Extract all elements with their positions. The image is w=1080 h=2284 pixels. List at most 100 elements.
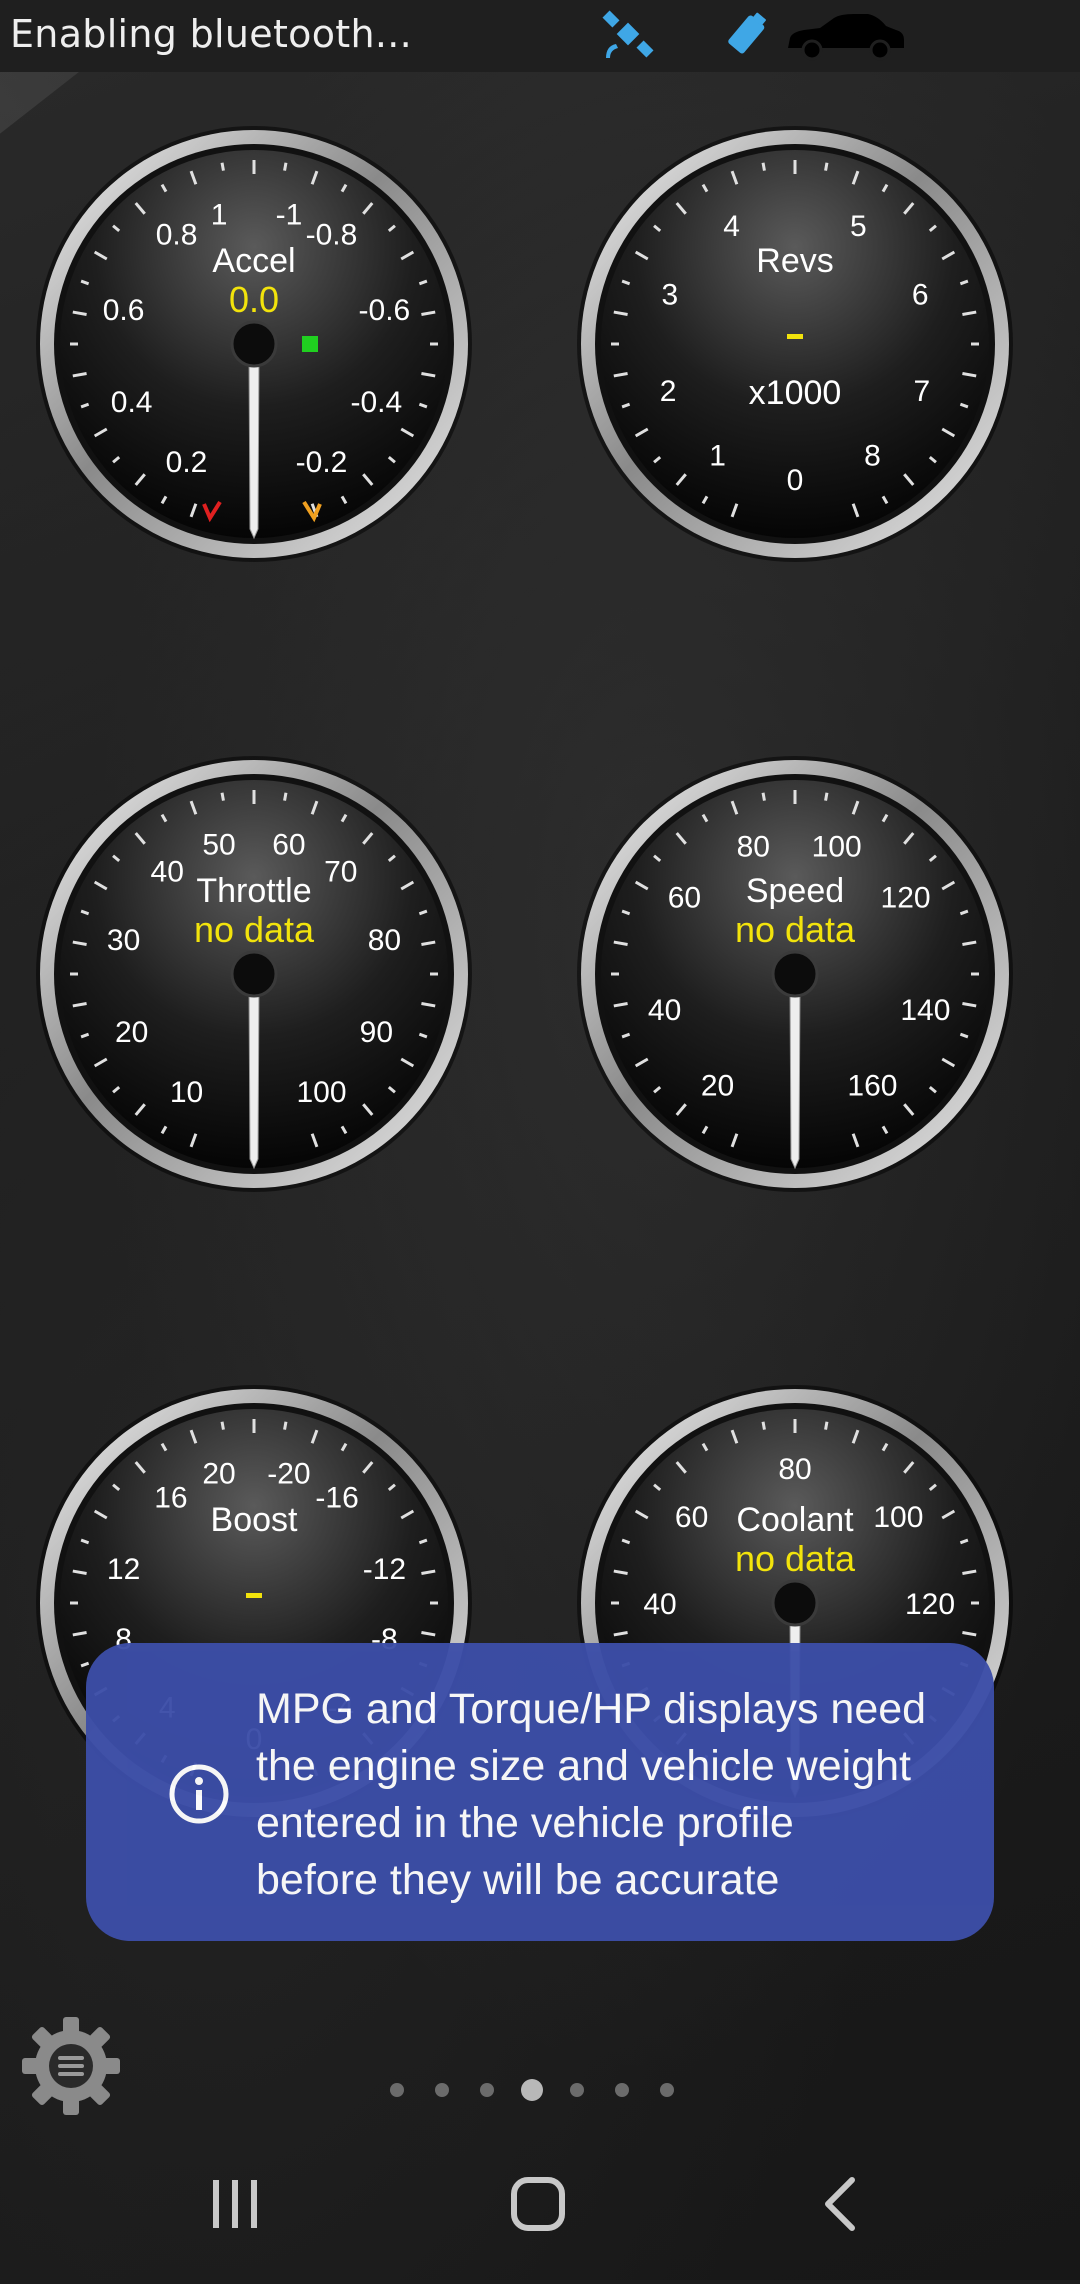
gauge-tick-label: 5 (850, 210, 867, 243)
gauge-tick-label: 0.8 (156, 218, 198, 251)
gauge-tick-label: 7 (914, 375, 931, 408)
gauge-tick-label: -16 (315, 1482, 358, 1515)
recent-apps-icon (213, 2180, 257, 2228)
gauge-tick-label: 80 (737, 831, 770, 864)
page-dot[interactable] (570, 2083, 584, 2097)
car-icon (782, 8, 910, 64)
gauge-throttle[interactable]: 10 20 30 40 50 60 70 80 90 100 Throttle no data (34, 754, 474, 1194)
gauge-tick-label: 100 (296, 1076, 346, 1109)
gauge-tick-label: 90 (360, 1016, 393, 1049)
gauge-tick-label: -1 (276, 199, 303, 232)
gauge-value: no data (735, 1538, 856, 1579)
gauge-needle (248, 983, 260, 1170)
gauge-tick-mark (824, 162, 829, 171)
status-text: Enabling bluetooth... (10, 12, 412, 56)
recent-apps-button[interactable] (145, 2130, 325, 2280)
gauge-tick-label: -0.8 (306, 218, 358, 251)
gauge-tick-label: 3 (661, 278, 678, 311)
gauge-tick-label: 40 (151, 856, 184, 889)
gauge-tick-label: 16 (154, 1482, 187, 1515)
gauge-tick-label: 0.2 (166, 446, 208, 479)
gauge-accel[interactable]: 1 0.8 0.6 0.4 0.2 -1 -0.8 -0.6 -0.4 -0.2 Accel 0.0 (34, 124, 474, 564)
gear-icon (22, 2017, 120, 2115)
gauge-name: Boost (211, 1501, 298, 1539)
back-icon (825, 2177, 855, 2231)
gauge-tick-label: 30 (107, 924, 140, 957)
gauge-tick-label: 10 (170, 1076, 203, 1109)
info-toast: MPG and Torque/HP displays need the engi… (86, 1643, 994, 1941)
gauge-hub (771, 950, 819, 998)
gauge-tick-label: 0.6 (103, 294, 145, 327)
page-dot[interactable] (521, 2079, 543, 2101)
gauge-revs[interactable]: 0 1 2 3 4 5 6 7 8 Revs x1000 (575, 124, 1015, 564)
home-button[interactable] (448, 2130, 628, 2280)
status-bar: Enabling bluetooth... (0, 0, 1080, 72)
back-button[interactable] (750, 2130, 930, 2280)
gauge-value: no data (735, 909, 856, 950)
gauge-tick-label: 20 (202, 1458, 235, 1491)
gauge-tick-label: 60 (675, 1501, 708, 1534)
page-dot[interactable] (480, 2083, 494, 2097)
gauge-tick-label: 140 (900, 994, 950, 1027)
gauge-tick-label: 120 (905, 1588, 955, 1621)
toast-line: MPG and Torque/HP displays need (256, 1685, 927, 1733)
gauge-tick-label: 100 (873, 1501, 923, 1534)
gauge-name: Coolant (736, 1501, 854, 1539)
gauge-tick-label: 20 (115, 1016, 148, 1049)
gauge-tick-label: 8 (864, 440, 881, 473)
gauge-tick-mark (824, 792, 829, 801)
gauge-name: Revs (756, 242, 833, 280)
page-dot[interactable] (390, 2083, 404, 2097)
gauge-value: no data (194, 909, 315, 950)
gauge-tick-label: 80 (368, 924, 401, 957)
gauge-tick-label: 12 (107, 1553, 140, 1586)
gauge-hub (230, 320, 278, 368)
gauge-value (246, 1593, 262, 1598)
gauge-tick-label: 20 (701, 1070, 734, 1103)
gauge-tick-mark (220, 792, 225, 801)
gauge-tick-label: 120 (881, 882, 931, 915)
gauge-tick-label: -20 (267, 1458, 310, 1491)
gauge-tick-label: 60 (272, 829, 305, 862)
gauge-tick-label: 4 (723, 210, 740, 243)
gauge-tick-mark (824, 1421, 829, 1430)
gauge-tick-mark (220, 162, 225, 171)
gauge-speed[interactable]: 20 40 60 80 100 120 140 160 Speed no data (575, 754, 1015, 1194)
settings-gear-button[interactable] (18, 2013, 124, 2119)
gauge-tick-label: 100 (812, 831, 862, 864)
gauge-tick-label: 1 (211, 199, 228, 232)
gauge-name: Accel (212, 242, 295, 280)
gauge-tick-label: 1 (709, 440, 726, 473)
gauge-tick-label: -0.6 (359, 294, 411, 327)
toast-message: MPG and Torque/HP displays need the engi… (256, 1681, 966, 1909)
gauge-tick-label: -0.2 (296, 446, 348, 479)
gauge-tick-label: 80 (778, 1453, 811, 1486)
gauge-tick-mark (283, 162, 288, 171)
gauge-tick-mark (761, 162, 766, 171)
gauge-name: Throttle (196, 872, 311, 910)
gauge-hub (771, 1579, 819, 1627)
gauge-tick-mark (761, 792, 766, 801)
gauge-tick-label: 2 (660, 375, 677, 408)
system-navigation-bar (0, 2130, 1080, 2280)
gauge-tick-label: -0.4 (351, 386, 403, 419)
gauge-tick-label: -12 (363, 1553, 406, 1586)
page-dot[interactable] (660, 2083, 674, 2097)
gauge-tick-label: 50 (202, 829, 235, 862)
gauge-tick-label: 6 (912, 278, 929, 311)
gauge-tick-label: 40 (648, 994, 681, 1027)
gauge-tick-mark (220, 1421, 225, 1430)
gauge-value: 0.0 (229, 279, 279, 320)
gauge-tick-label: 60 (668, 882, 701, 915)
toast-line: the engine size and vehicle weight (256, 1742, 911, 1790)
gauge-needle (248, 353, 260, 540)
gps-satellite-icon (598, 8, 658, 64)
gauge-unit: x1000 (749, 374, 842, 412)
gauge-tick-mark (283, 792, 288, 801)
page-dot[interactable] (615, 2083, 629, 2097)
bluetooth-adapter-icon (718, 8, 772, 64)
gauge-hub (230, 950, 278, 998)
toast-line: entered in the vehicle profile (256, 1799, 794, 1847)
gauge-tick-label: 0.4 (111, 386, 153, 419)
page-dot[interactable] (435, 2083, 449, 2097)
